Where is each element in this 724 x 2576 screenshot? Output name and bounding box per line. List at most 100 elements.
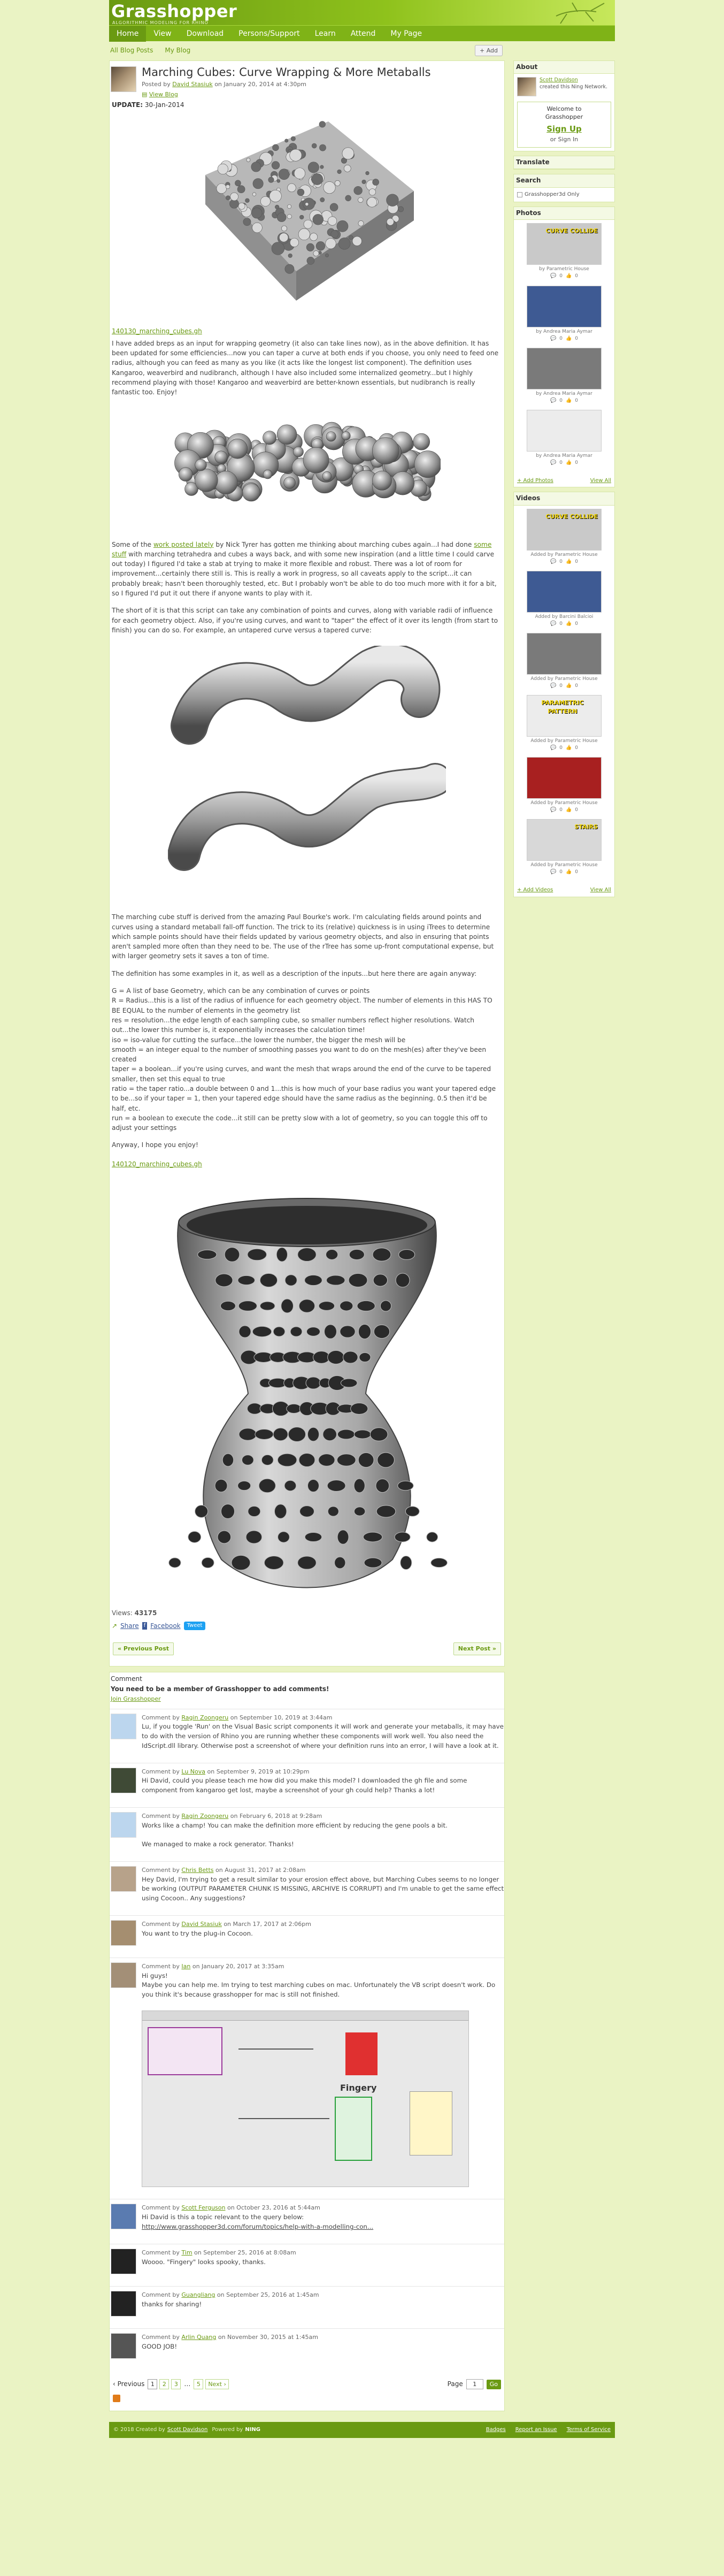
- thumb-author[interactable]: Added by Parametric House: [518, 552, 610, 559]
- pagination-prev[interactable]: ‹ Previous: [113, 2380, 144, 2389]
- rss-icon[interactable]: [113, 2395, 120, 2403]
- photo-thumbnail[interactable]: CURVE COLLIDE: [527, 223, 602, 265]
- video-thumbnail[interactable]: [527, 632, 602, 675]
- thumb-author[interactable]: Added by Parametric House: [518, 738, 610, 745]
- sign-up-link[interactable]: Sign Up: [520, 124, 609, 135]
- join-link[interactable]: Join Grasshopper: [110, 1695, 161, 1702]
- commenter-link[interactable]: Tim: [181, 2249, 192, 2256]
- photo-thumb[interactable]: by Andrea Maria Aymar 💬 0 👍 0: [518, 409, 610, 467]
- view-blog-label[interactable]: View Blog: [149, 91, 178, 98]
- add-photos-link[interactable]: + Add Photos: [517, 477, 553, 485]
- previous-post-button[interactable]: « Previous Post: [113, 1642, 174, 1655]
- video-thumb[interactable]: Added by Parametric House 💬 0 👍 0: [518, 757, 610, 814]
- commenter-link[interactable]: Arlin Quang: [181, 2334, 216, 2341]
- thumb-author[interactable]: by Andrea Maria Aymar: [518, 391, 610, 398]
- ning-logo[interactable]: NING: [245, 2426, 260, 2434]
- next-post-button[interactable]: Next Post »: [453, 1642, 501, 1655]
- commenter-link[interactable]: Ragin Zoongeru: [181, 1714, 228, 1721]
- footer-creator-link[interactable]: Scott Davidson: [167, 2426, 208, 2434]
- video-thumbnail[interactable]: [527, 757, 602, 799]
- commenter-avatar[interactable]: [111, 2203, 136, 2229]
- terms-link[interactable]: Terms of Service: [567, 2426, 611, 2434]
- commenter-link[interactable]: Ragin Zoongeru: [181, 1813, 228, 1820]
- work-posted-lately-link[interactable]: work posted lately: [153, 541, 214, 548]
- report-issue-link[interactable]: Report an Issue: [515, 2426, 557, 2434]
- post-author-link[interactable]: David Stasiuk: [172, 81, 212, 88]
- page-5[interactable]: 5: [194, 2379, 204, 2390]
- tweet-button[interactable]: Tweet: [183, 1621, 206, 1631]
- nav-download[interactable]: Download: [179, 26, 232, 42]
- commenter-link[interactable]: Guangliang: [181, 2291, 215, 2298]
- add-videos-link[interactable]: + Add Videos: [517, 886, 553, 895]
- page-go-button[interactable]: Go: [486, 2379, 501, 2389]
- thumb-author[interactable]: by Andrea Maria Aymar: [518, 328, 610, 335]
- all-blog-posts-link[interactable]: All Blog Posts: [110, 46, 153, 55]
- commenter-link[interactable]: Ian: [181, 1963, 190, 1970]
- commenter-avatar[interactable]: [111, 1866, 136, 1892]
- my-blog-link[interactable]: My Blog: [165, 46, 190, 55]
- nav-home[interactable]: Home: [109, 26, 147, 42]
- video-thumbnail[interactable]: PARAMETRIC PATTERN: [527, 694, 602, 737]
- page-2[interactable]: 2: [159, 2379, 170, 2390]
- page-1[interactable]: 1: [148, 2379, 158, 2390]
- commenter-avatar[interactable]: [111, 1962, 136, 1988]
- commenter-avatar[interactable]: [111, 1920, 136, 1946]
- view-all-photos-link[interactable]: View All: [590, 477, 611, 485]
- file-link-140120[interactable]: 140120_marching_cubes.gh: [112, 1160, 502, 1169]
- commenter-avatar[interactable]: [111, 2249, 136, 2275]
- creator-avatar[interactable]: [517, 77, 536, 97]
- search-scope-checkbox[interactable]: [517, 192, 522, 197]
- page-input[interactable]: 1: [466, 2379, 483, 2390]
- video-thumbnail[interactable]: [527, 570, 602, 613]
- photo-thumb[interactable]: CURVE COLLIDE by Parametric House 💬 0 👍 0: [518, 223, 610, 280]
- thumb-author[interactable]: by Andrea Maria Aymar: [518, 453, 610, 460]
- nav-learn[interactable]: Learn: [307, 26, 343, 42]
- badges-link[interactable]: Badges: [486, 2426, 506, 2434]
- commenter-avatar[interactable]: [111, 2333, 136, 2359]
- photo-thumb[interactable]: by Andrea Maria Aymar 💬 0 👍 0: [518, 347, 610, 404]
- commenter-link[interactable]: Chris Betts: [181, 1867, 213, 1874]
- video-thumb[interactable]: PARAMETRIC PATTERN Added by Parametric Ho…: [518, 694, 610, 752]
- video-thumb[interactable]: CURVE COLLIDE Added by Parametric House 💬 0…: [518, 508, 610, 565]
- commenter-link[interactable]: David Stasiuk: [181, 1921, 221, 1928]
- commenter-avatar[interactable]: [111, 1767, 136, 1793]
- photo-thumbnail[interactable]: [527, 347, 602, 389]
- video-thumb[interactable]: STAIRS Added by Parametric House 💬 0 👍 0: [518, 819, 610, 876]
- commenter-link[interactable]: Lu Nova: [181, 1768, 205, 1775]
- sign-in-link[interactable]: or Sign In: [520, 135, 609, 144]
- thumb-author[interactable]: Added by Barcini Balcioi: [518, 614, 610, 621]
- add-button[interactable]: + Add: [475, 45, 503, 56]
- thumb-author[interactable]: Added by Parametric House: [518, 676, 610, 683]
- pagination-next[interactable]: Next ›: [205, 2379, 229, 2390]
- nav-my-page[interactable]: My Page: [383, 26, 429, 42]
- facebook-link[interactable]: Facebook: [150, 1622, 180, 1631]
- erosion-blob: [251, 162, 261, 172]
- video-thumb[interactable]: Added by Parametric House 💬 0 👍 0: [518, 632, 610, 690]
- video-thumb[interactable]: Added by Barcini Balcioi 💬 0 👍 0: [518, 570, 610, 628]
- commenter-link[interactable]: Scott Ferguson: [181, 2204, 225, 2211]
- commenter-avatar[interactable]: [111, 1713, 136, 1739]
- video-thumbnail[interactable]: STAIRS: [527, 819, 602, 861]
- commenter-avatar[interactable]: [111, 1811, 136, 1838]
- nav-attend[interactable]: Attend: [343, 26, 383, 42]
- view-all-videos-link[interactable]: View All: [590, 886, 611, 895]
- video-thumbnail[interactable]: CURVE COLLIDE: [527, 508, 602, 551]
- author-avatar[interactable]: [111, 66, 136, 92]
- creator-link[interactable]: Scott Davidson: [540, 77, 578, 83]
- thumb-author[interactable]: by Parametric House: [518, 266, 610, 273]
- comment-link[interactable]: http://www.grasshopper3d.com/forum/topic…: [142, 2222, 504, 2232]
- file-link-140130[interactable]: 140130_marching_cubes.gh: [112, 327, 502, 336]
- vase-hole: [290, 1326, 303, 1337]
- photo-thumbnail[interactable]: [527, 285, 602, 327]
- photo-thumb[interactable]: by Andrea Maria Aymar 💬 0 👍 0: [518, 285, 610, 342]
- thumb-author[interactable]: Added by Parametric House: [518, 862, 610, 869]
- nav-persons-support[interactable]: Persons/Support: [231, 26, 307, 42]
- photo-thumbnail[interactable]: [527, 409, 602, 452]
- translate-title[interactable]: Translate: [514, 156, 614, 170]
- page-3[interactable]: 3: [171, 2379, 181, 2390]
- nav-view[interactable]: View: [146, 26, 179, 42]
- view-blog-link[interactable]: ▤ View Blog: [142, 90, 431, 99]
- commenter-avatar[interactable]: [111, 2291, 136, 2317]
- thumb-author[interactable]: Added by Parametric House: [518, 800, 610, 807]
- share-link[interactable]: Share: [120, 1622, 139, 1631]
